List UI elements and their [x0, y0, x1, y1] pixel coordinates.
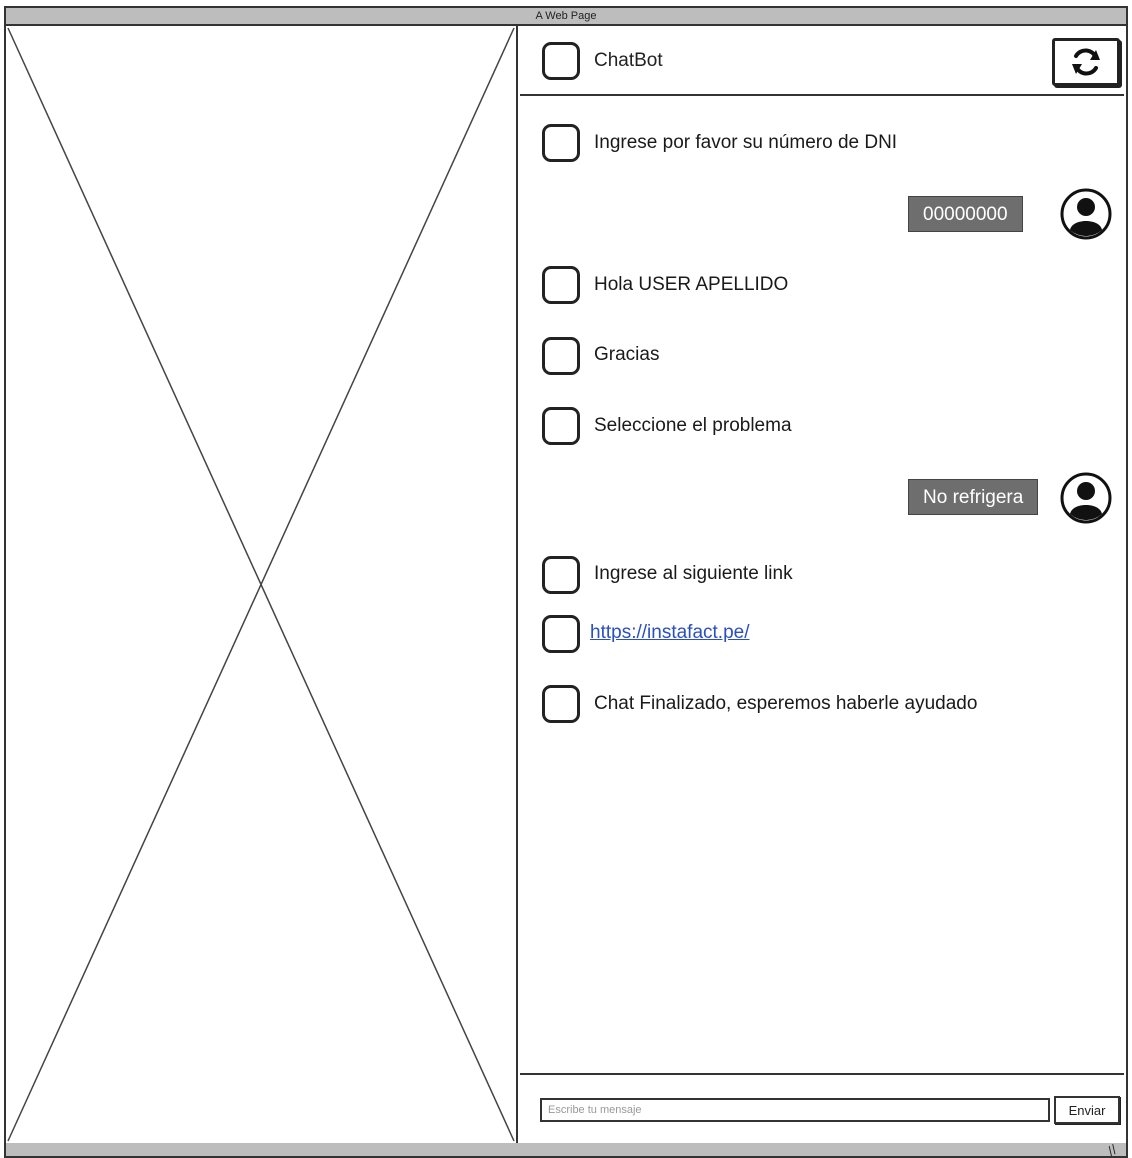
window-statusbar: //	[4, 1142, 1128, 1158]
chat-header: ChatBot	[520, 26, 1124, 96]
bot-avatar-icon	[542, 407, 580, 445]
bot-message: Ingrese por favor su número de DNI	[594, 132, 898, 153]
image-placeholder	[6, 26, 518, 1143]
send-button[interactable]: Enviar	[1054, 1096, 1120, 1124]
bot-message: Gracias	[594, 344, 660, 365]
user-avatar-icon	[1060, 188, 1112, 240]
window-title: A Web Page	[535, 10, 597, 22]
refresh-icon	[1072, 48, 1100, 76]
refresh-button[interactable]	[1052, 38, 1120, 86]
instafact-link[interactable]: https://instafact.pe/	[590, 622, 749, 644]
resize-grip-icon[interactable]: //	[1105, 1142, 1119, 1158]
bot-message: Ingrese al siguiente link	[594, 563, 793, 584]
bot-avatar-icon	[542, 685, 580, 723]
user-message-bubble: No refrigera	[908, 479, 1039, 515]
bot-avatar-icon	[542, 615, 580, 653]
window-titlebar: A Web Page	[4, 6, 1128, 26]
bot-icon	[542, 42, 580, 80]
bot-avatar-icon	[542, 556, 580, 594]
user-message-bubble: 00000000	[908, 196, 1023, 232]
bot-message: Seleccione el problema	[594, 415, 792, 436]
chat-panel: ChatBot Ingrese por favor su número de D…	[520, 26, 1126, 1143]
image-placeholder-cross	[7, 27, 515, 1142]
bot-avatar-icon	[542, 266, 580, 304]
message-input[interactable]	[540, 1098, 1050, 1122]
bot-message: Hola USER APELLIDO	[594, 274, 789, 295]
chat-title: ChatBot	[594, 50, 663, 71]
bot-avatar-icon	[542, 124, 580, 162]
bot-message: Chat Finalizado, esperemos haberle ayuda…	[594, 693, 978, 714]
chat-footer-divider	[520, 1073, 1124, 1075]
user-avatar-icon	[1060, 472, 1112, 524]
bot-avatar-icon	[542, 337, 580, 375]
